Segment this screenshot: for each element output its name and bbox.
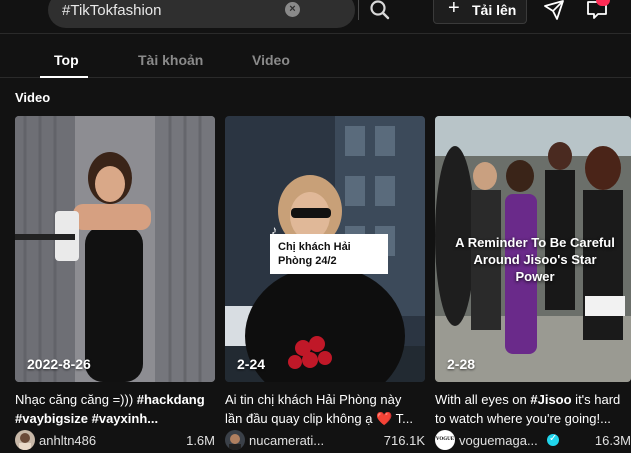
author-name[interactable]: voguemaga...	[459, 433, 538, 448]
avatar[interactable]	[15, 430, 35, 450]
video-overlay-text: Chị khách Hải Phòng 24/2	[270, 234, 388, 274]
search-tabs: Top Tài khoản Video	[0, 34, 631, 78]
caption-text: lần đầu quay clip không ạ	[225, 411, 373, 426]
search-icon[interactable]	[368, 0, 392, 22]
avatar[interactable]	[225, 430, 245, 450]
video-card[interactable]: A Reminder To Be Careful Around Jisoo's …	[435, 116, 631, 382]
clear-search-icon[interactable]: ×	[285, 2, 300, 17]
video-caption[interactable]: Ai tin chị khách Hải Phòng này lần đầu q…	[225, 390, 425, 428]
plus-icon: +	[448, 0, 460, 19]
heart-icon: ❤️	[376, 411, 393, 426]
view-count: 16.3M	[594, 433, 631, 448]
hashtag-link[interactable]: #hackdang	[137, 392, 205, 407]
video-card[interactable]: 2022-8-26	[15, 116, 215, 382]
hashtag-link[interactable]: #vayxinh...	[88, 411, 158, 426]
video-card[interactable]: ♪ Chị khách Hải Phòng 24/2 2-24	[225, 116, 425, 382]
search-divider	[358, 0, 359, 20]
view-count: 716.1K	[383, 433, 425, 448]
tab-accounts[interactable]: Tài khoản	[138, 52, 203, 68]
send-message-icon[interactable]	[543, 0, 565, 20]
video-author-row[interactable]: nucamerati... 716.1K	[225, 430, 425, 450]
video-overlay-text: A Reminder To Be Careful Around Jisoo's …	[455, 235, 615, 284]
hashtag-link[interactable]: #vaybigsize	[15, 411, 88, 426]
video-author-row[interactable]: anhltn486 1.6M	[15, 430, 215, 450]
video-caption[interactable]: Nhạc căng căng =))) #hackdang #vaybigsiz…	[15, 390, 215, 428]
verified-badge-icon	[547, 433, 559, 446]
author-name[interactable]: nucamerati...	[249, 433, 324, 448]
video-caption[interactable]: With all eyes on #Jisoo it's hard to wat…	[435, 390, 631, 428]
section-title: Video	[15, 90, 51, 105]
video-date: 2-28	[447, 356, 476, 372]
video-author-row[interactable]: VOGUE voguemaga... 16.3M	[435, 430, 631, 450]
tab-video[interactable]: Video	[252, 52, 290, 68]
caption-text: T...	[392, 411, 413, 426]
author-name[interactable]: anhltn486	[39, 433, 96, 448]
upload-label: Tải lên	[472, 2, 517, 18]
search-input[interactable]: #TikTokfashion	[62, 2, 162, 19]
tab-top[interactable]: Top	[54, 52, 79, 68]
video-date: 2022-8-26	[27, 356, 91, 372]
active-tab-indicator	[40, 76, 88, 78]
caption-text: Ai tin chị khách Hải Phòng này	[225, 392, 402, 407]
caption-text: it's hard	[571, 392, 621, 407]
caption-text: to watch where you're going!...	[435, 411, 611, 426]
video-date: 2-24	[237, 356, 266, 372]
caption-text: With all eyes on	[435, 392, 531, 407]
video-thumbnail	[15, 116, 215, 382]
caption-text: Nhạc căng căng =)))	[15, 392, 137, 407]
avatar[interactable]: VOGUE	[435, 430, 455, 450]
hashtag-link[interactable]: #Jisoo	[530, 392, 571, 407]
search-box[interactable]: #TikTokfashion ×	[48, 0, 390, 28]
upload-button[interactable]: + Tải lên	[433, 0, 527, 24]
top-bar: #TikTokfashion × + Tải lên	[0, 0, 631, 34]
view-count: 1.6M	[186, 433, 215, 448]
